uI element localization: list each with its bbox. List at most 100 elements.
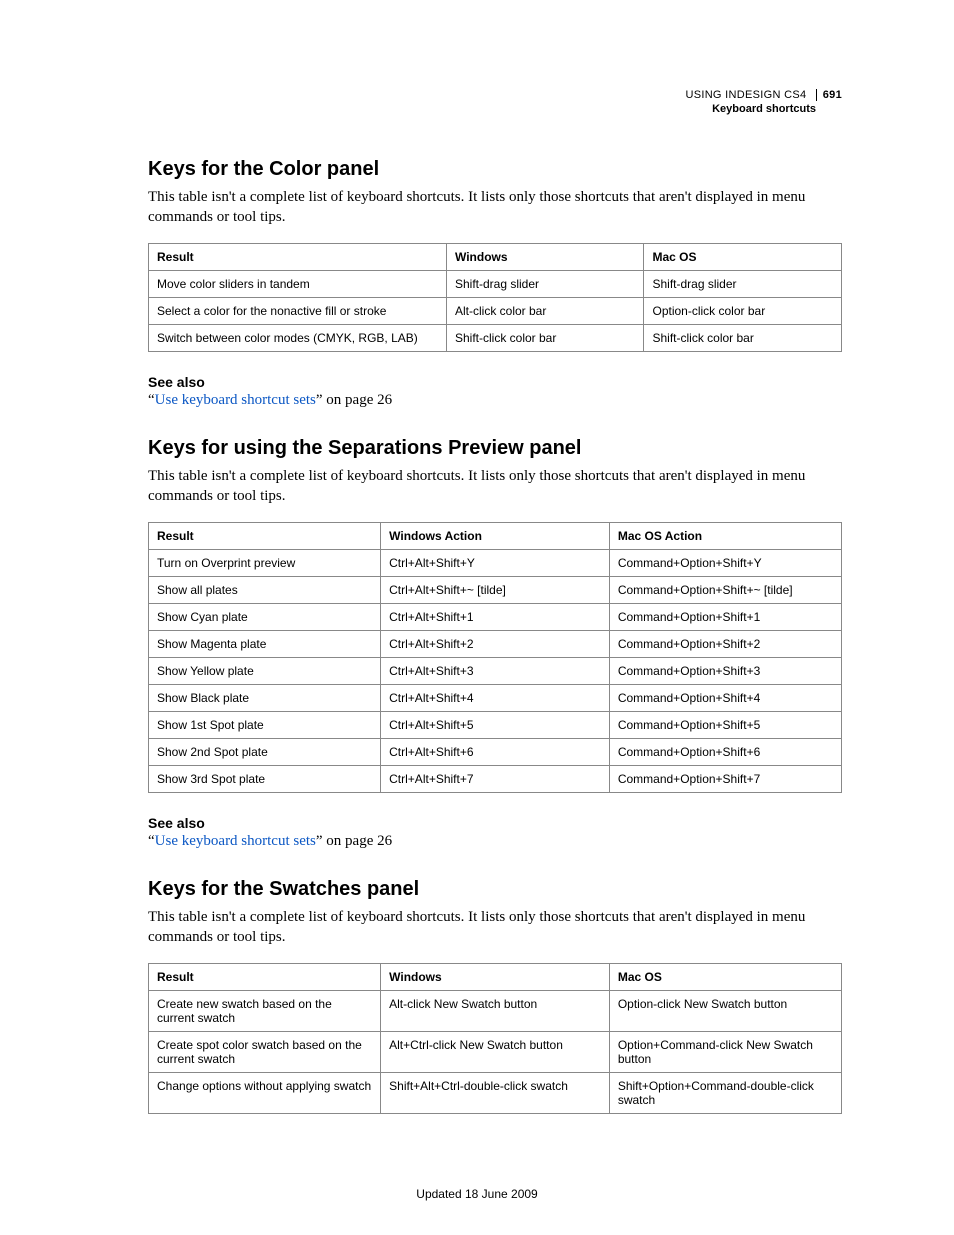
section-heading: Keys for using the Separations Preview p… [148,437,842,460]
section-heading: Keys for the Swatches panel [148,878,842,901]
column-header: Mac OS [644,244,842,271]
table-cell: Shift+Option+Command-double-click swatch [609,1073,841,1114]
section-swatches-panel: Keys for the Swatches panel This table i… [148,878,842,1114]
table-cell: Create new swatch based on the current s… [149,991,381,1032]
column-header: Windows [446,244,644,271]
shortcut-table: ResultWindowsMac OSMove color sliders in… [148,243,842,352]
see-also-text: “Use keyboard shortcut sets” on page 26 [148,833,842,850]
table-cell: Shift-drag slider [644,271,842,298]
page-number: 691 [816,89,842,101]
table-header-row: ResultWindows ActionMac OS Action [149,523,842,550]
content: Keys for the Color panel This table isn'… [148,88,842,1114]
table-cell: Alt-click New Swatch button [381,991,610,1032]
column-header: Mac OS Action [609,523,841,550]
table-cell: Shift-click color bar [446,325,644,352]
table-row: Show Black plateCtrl+Alt+Shift+4Command+… [149,685,842,712]
table-cell: Ctrl+Alt+Shift+7 [381,766,610,793]
table-cell: Command+Option+Shift+1 [609,604,841,631]
table-cell: Ctrl+Alt+Shift+5 [381,712,610,739]
table-row: Change options without applying swatchSh… [149,1073,842,1114]
table-cell: Alt+Ctrl-click New Swatch button [381,1032,610,1073]
table-cell: Switch between color modes (CMYK, RGB, L… [149,325,447,352]
table-cell: Command+Option+Shift+Y [609,550,841,577]
table-header-row: ResultWindowsMac OS [149,964,842,991]
table-row: Show Cyan plateCtrl+Alt+Shift+1Command+O… [149,604,842,631]
shortcut-table: ResultWindows ActionMac OS ActionTurn on… [148,522,842,793]
table-cell: Command+Option+Shift+~ [tilde] [609,577,841,604]
see-also-heading: See also [148,815,842,831]
see-also-link[interactable]: Use keyboard shortcut sets [155,392,316,408]
section-heading: Keys for the Color panel [148,158,842,181]
table-cell: Ctrl+Alt+Shift+4 [381,685,610,712]
table-cell: Command+Option+Shift+7 [609,766,841,793]
table-cell: Show Black plate [149,685,381,712]
table-cell: Ctrl+Alt+Shift+2 [381,631,610,658]
column-header: Result [149,523,381,550]
table-cell: Move color sliders in tandem [149,271,447,298]
footer-updated: Updated 18 June 2009 [0,1187,954,1201]
quote-open: “ [148,833,155,849]
table-cell: Ctrl+Alt+Shift+Y [381,550,610,577]
header-line-1: USING INDESIGN CS4 691 [685,88,842,102]
table-cell: Command+Option+Shift+4 [609,685,841,712]
column-header: Windows [381,964,610,991]
table-row: Show Magenta plateCtrl+Alt+Shift+2Comman… [149,631,842,658]
table-row: Turn on Overprint previewCtrl+Alt+Shift+… [149,550,842,577]
table-cell: Command+Option+Shift+2 [609,631,841,658]
table-row: Show all platesCtrl+Alt+Shift+~ [tilde]C… [149,577,842,604]
table-cell: Shift-click color bar [644,325,842,352]
table-row: Switch between color modes (CMYK, RGB, L… [149,325,842,352]
doc-title: USING INDESIGN CS4 [685,89,806,101]
section-intro: This table isn't a complete list of keyb… [148,907,842,947]
running-header: USING INDESIGN CS4 691 Keyboard shortcut… [685,88,842,116]
table-cell: Show 1st Spot plate [149,712,381,739]
table-cell: Command+Option+Shift+6 [609,739,841,766]
see-also-heading: See also [148,374,842,390]
table-row: Show 1st Spot plateCtrl+Alt+Shift+5Comma… [149,712,842,739]
table-cell: Show all plates [149,577,381,604]
table-cell: Alt-click color bar [446,298,644,325]
table-cell: Show Magenta plate [149,631,381,658]
table-cell: Ctrl+Alt+Shift+6 [381,739,610,766]
table-cell: Ctrl+Alt+Shift+~ [tilde] [381,577,610,604]
see-also-suffix: ” on page 26 [316,833,392,849]
section-color-panel: Keys for the Color panel This table isn'… [148,158,842,409]
column-header: Result [149,244,447,271]
section-separations-panel: Keys for using the Separations Preview p… [148,437,842,850]
table-row: Show 3rd Spot plateCtrl+Alt+Shift+7Comma… [149,766,842,793]
table-cell: Create spot color swatch based on the cu… [149,1032,381,1073]
table-cell: Option+Command-click New Swatch button [609,1032,841,1073]
table-row: Create new swatch based on the current s… [149,991,842,1032]
table-row: Create spot color swatch based on the cu… [149,1032,842,1073]
column-header: Mac OS [609,964,841,991]
see-also-suffix: ” on page 26 [316,392,392,408]
table-cell: Select a color for the nonactive fill or… [149,298,447,325]
table-cell: Option-click New Swatch button [609,991,841,1032]
table-cell: Show 2nd Spot plate [149,739,381,766]
table-cell: Show Yellow plate [149,658,381,685]
table-cell: Command+Option+Shift+3 [609,658,841,685]
column-header: Result [149,964,381,991]
table-cell: Command+Option+Shift+5 [609,712,841,739]
table-cell: Option-click color bar [644,298,842,325]
header-section: Keyboard shortcuts [685,102,842,116]
table-cell: Turn on Overprint preview [149,550,381,577]
table-row: Select a color for the nonactive fill or… [149,298,842,325]
page: USING INDESIGN CS4 691 Keyboard shortcut… [0,0,954,1235]
table-cell: Show Cyan plate [149,604,381,631]
shortcut-table: ResultWindowsMac OSCreate new swatch bas… [148,963,842,1114]
column-header: Windows Action [381,523,610,550]
section-intro: This table isn't a complete list of keyb… [148,466,842,506]
table-cell: Ctrl+Alt+Shift+1 [381,604,610,631]
quote-open: “ [148,392,155,408]
see-also-link[interactable]: Use keyboard shortcut sets [155,833,316,849]
table-cell: Shift+Alt+Ctrl-double-click swatch [381,1073,610,1114]
table-cell: Change options without applying swatch [149,1073,381,1114]
table-cell: Ctrl+Alt+Shift+3 [381,658,610,685]
table-header-row: ResultWindowsMac OS [149,244,842,271]
section-intro: This table isn't a complete list of keyb… [148,187,842,227]
table-cell: Shift-drag slider [446,271,644,298]
table-row: Move color sliders in tandemShift-drag s… [149,271,842,298]
table-row: Show Yellow plateCtrl+Alt+Shift+3Command… [149,658,842,685]
table-row: Show 2nd Spot plateCtrl+Alt+Shift+6Comma… [149,739,842,766]
